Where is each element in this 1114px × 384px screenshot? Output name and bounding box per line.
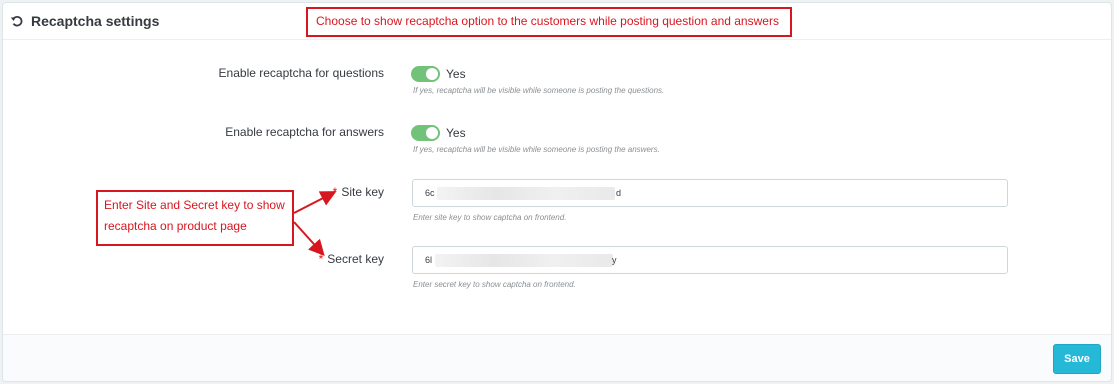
questions-recaptcha-toggle[interactable]	[411, 66, 440, 82]
required-mark: *	[332, 185, 338, 199]
questions-help-text: If yes, recaptcha will be visible while …	[413, 86, 665, 95]
redacted-value	[435, 254, 613, 267]
site-key-input[interactable]: 6c d	[412, 179, 1008, 207]
secret-key-input[interactable]: 6l y	[412, 246, 1008, 274]
secret-key-label-text: Secret key	[327, 252, 384, 266]
secret-key-value-end: y	[612, 255, 617, 265]
site-key-value-start: 6c	[425, 188, 435, 198]
questions-toggle-value: Yes	[446, 67, 466, 81]
answers-help-text: If yes, recaptcha will be visible while …	[413, 145, 660, 154]
annotation-left-callout: Enter Site and Secret key to show recapt…	[96, 190, 294, 246]
save-button[interactable]: Save	[1053, 344, 1101, 374]
answers-toggle-value: Yes	[446, 126, 466, 140]
annotation-left-line-2: recaptcha on product page	[104, 219, 247, 233]
annotation-left-line-1: Enter Site and Secret key to show	[104, 198, 285, 212]
secret-key-help-text: Enter secret key to show captcha on fron…	[413, 280, 576, 289]
questions-label: Enable recaptcha for questions	[218, 66, 384, 80]
undo-icon	[10, 15, 23, 27]
required-mark: *	[318, 252, 324, 266]
answers-recaptcha-toggle[interactable]	[411, 125, 440, 141]
answers-label: Enable recaptcha for answers	[225, 125, 384, 139]
annotation-top-callout: Choose to show recaptcha option to the c…	[306, 7, 792, 37]
site-key-help-text: Enter site key to show captcha on fronte…	[413, 213, 567, 222]
toggle-knob	[426, 68, 438, 80]
secret-key-label: * Secret key	[319, 252, 384, 266]
panel-title: Recaptcha settings	[31, 13, 160, 29]
panel-footer: Save	[3, 334, 1111, 381]
site-key-label: * Site key	[333, 185, 384, 199]
site-key-label-text: Site key	[341, 185, 384, 199]
site-key-value-end: d	[616, 188, 622, 198]
toggle-knob	[426, 127, 438, 139]
redacted-value	[437, 187, 615, 200]
secret-key-value-start: 6l	[425, 255, 433, 265]
